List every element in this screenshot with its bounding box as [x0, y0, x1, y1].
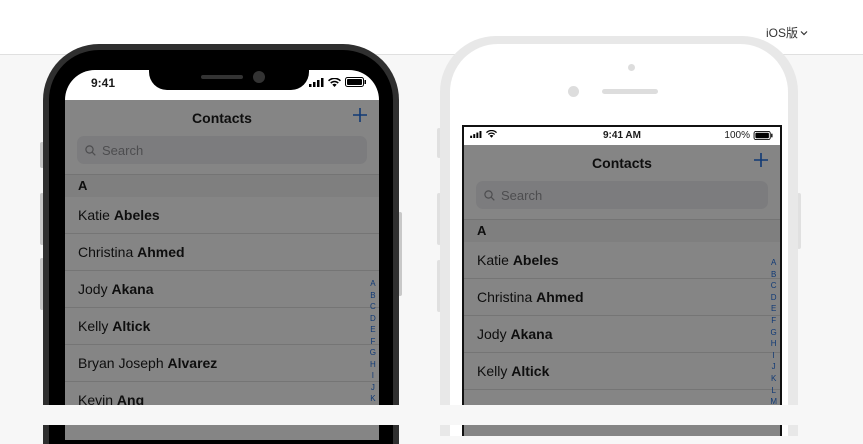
navigation-bar: Contacts — [464, 145, 780, 181]
contact-row[interactable]: Kelly Altick — [464, 353, 780, 390]
index-letter[interactable]: G — [771, 327, 777, 339]
contact-first-name: Katie — [78, 207, 114, 223]
index-letter[interactable]: E — [771, 303, 776, 315]
phone-screen: 9:41 Contacts Search A Katie Abeles Chri… — [65, 70, 379, 440]
contact-first-name: Jody — [477, 326, 511, 342]
contact-last-name: Altick — [112, 318, 151, 334]
index-letter[interactable]: C — [370, 301, 376, 313]
battery-icon — [345, 77, 366, 87]
search-placeholder: Search — [102, 142, 144, 158]
iphone-8-mockup: 9:41 AM 100% Contacts Search A Katie Abe… — [440, 36, 798, 436]
version-label: iOS版 — [765, 26, 798, 40]
front-camera — [253, 71, 265, 83]
index-letter[interactable]: A — [771, 257, 776, 269]
battery-icon — [753, 131, 773, 140]
battery-percentage: 100% — [724, 130, 750, 141]
contact-last-name: Alvarez — [167, 355, 218, 371]
chevron-down-icon — [800, 30, 808, 35]
section-index[interactable]: A B C D E F G H I J K L M — [770, 257, 777, 408]
nav-title: Contacts — [592, 155, 652, 171]
wifi-icon — [328, 77, 341, 87]
contact-last-name: Akana — [510, 326, 553, 342]
front-camera — [568, 86, 579, 97]
index-letter[interactable]: B — [771, 269, 776, 281]
section-header: A — [464, 220, 780, 242]
index-letter[interactable]: K — [771, 373, 776, 385]
contact-first-name: Jody — [78, 281, 112, 297]
iphone-x-mockup: 9:41 Contacts Search A Katie Abeles Chri… — [43, 44, 399, 444]
index-letter[interactable]: L — [771, 385, 775, 397]
index-letter[interactable]: I — [773, 350, 775, 362]
index-letter[interactable]: B — [370, 290, 375, 302]
search-icon — [484, 189, 495, 201]
index-letter[interactable]: C — [771, 280, 777, 292]
contact-first-name: Christina — [477, 289, 537, 305]
contact-first-name: Katie — [477, 252, 513, 268]
status-bar: 9:41 AM 100% — [464, 127, 780, 145]
search-input[interactable]: Search — [77, 136, 367, 164]
navigation-bar: Contacts — [65, 100, 379, 136]
speaker-grille — [201, 75, 243, 79]
signal-icon — [309, 77, 324, 87]
index-letter[interactable]: H — [370, 359, 376, 371]
index-letter[interactable]: A — [370, 278, 375, 290]
contact-row[interactable]: Christina Ahmed — [464, 279, 780, 316]
contact-row[interactable]: Kelly Altick — [65, 308, 379, 345]
search-placeholder: Search — [501, 187, 543, 203]
index-letter[interactable]: D — [771, 292, 777, 304]
contact-row[interactable]: Katie Abeles — [65, 197, 379, 234]
index-letter[interactable]: K — [370, 393, 375, 405]
plus-icon[interactable] — [351, 106, 369, 124]
version-selector[interactable]: iOS版 — [766, 24, 808, 41]
section-index[interactable]: A B C D E F G H I J K — [370, 278, 376, 405]
contact-last-name: Abeles — [512, 252, 559, 268]
search-icon — [85, 144, 96, 156]
index-letter[interactable]: H — [771, 338, 777, 350]
index-letter[interactable]: J — [772, 361, 776, 373]
earpiece-speaker — [602, 89, 658, 94]
phone-screen: 9:41 AM 100% Contacts Search A Katie Abe… — [462, 125, 782, 436]
status-time: 9:41 — [91, 76, 116, 90]
index-letter[interactable]: G — [370, 347, 376, 359]
contact-first-name: Kelly — [477, 363, 512, 379]
contact-last-name: Ahmed — [536, 289, 584, 305]
contact-row[interactable]: Christina Ahmed — [65, 234, 379, 271]
notch — [149, 70, 309, 90]
index-letter[interactable]: F — [771, 315, 776, 327]
plus-icon[interactable] — [752, 151, 770, 169]
search-input[interactable]: Search — [476, 181, 768, 209]
section-header: A — [65, 175, 379, 197]
page-bottom — [0, 405, 863, 425]
contact-first-name: Christina — [78, 244, 138, 260]
proximity-sensor — [628, 64, 635, 71]
contact-first-name: Kelly — [78, 318, 113, 334]
nav-title: Contacts — [192, 110, 252, 126]
contact-last-name: Ahmed — [137, 244, 185, 260]
index-letter[interactable]: D — [370, 313, 376, 325]
index-letter[interactable]: I — [372, 370, 374, 382]
contact-row[interactable]: Katie Abeles — [464, 242, 780, 279]
contact-row[interactable]: Jody Akana — [464, 316, 780, 353]
contact-last-name: Abeles — [113, 207, 160, 223]
contact-last-name: Akana — [111, 281, 154, 297]
contact-last-name: Altick — [511, 363, 550, 379]
contact-first-name: Bryan Joseph — [78, 355, 168, 371]
index-letter[interactable]: E — [370, 324, 375, 336]
index-letter[interactable]: F — [370, 336, 375, 348]
contacts-app: Contacts Search A Katie Abeles Christina… — [464, 145, 780, 436]
index-letter[interactable]: J — [371, 382, 375, 394]
contact-row[interactable]: Bryan Joseph Alvarez — [65, 345, 379, 382]
contacts-app: Contacts Search A Katie Abeles Christina… — [65, 100, 379, 440]
contact-row[interactable]: Jody Akana — [65, 271, 379, 308]
